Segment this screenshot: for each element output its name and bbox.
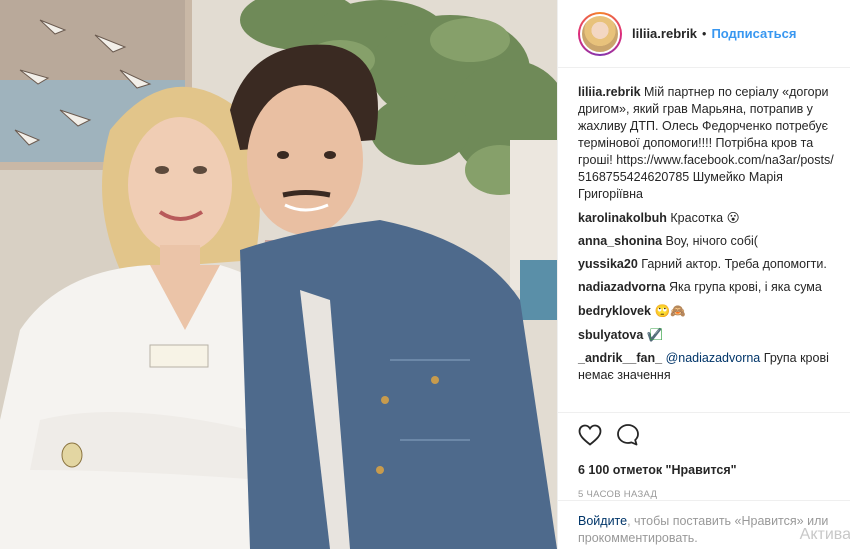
comment-emoji: 🙄🙈 [654,303,686,318]
comment-text: Красотка [670,211,724,225]
comment-emoji: 😮 [726,210,740,225]
post-actions: 6 100 отметок "Нравится" 5 часов назад [558,412,850,500]
photo-illustration [0,0,557,549]
avatar[interactable] [578,11,622,56]
post-photo[interactable] [0,0,557,549]
comment-text: Яка група крові, і яка сума [669,280,822,294]
activation-watermark: Актива [799,526,850,543]
caption: liliia.rebrik Мій партнер по серіалу «до… [578,84,836,203]
list-item: sbulyatova ✔️⃞⃞ [578,326,836,344]
list-item: yussika20 Гарний актор. Треба допомогти. [578,256,836,273]
comment-mention[interactable]: @nadiazadvorna [666,351,761,365]
caption-text: Мій партнер по серіалу «догори дригом», … [578,85,834,201]
post-side-panel: liliia.rebrik • Подписаться liliia.rebri… [557,0,850,549]
comment-username[interactable]: _andrik__fan_ [578,351,662,365]
comment-username[interactable]: karolinakolbuh [578,211,667,225]
likes-count[interactable]: 6 100 отметок "Нравится" [578,463,831,477]
login-prompt: Войдите, чтобы поставить «Нравится» или … [558,500,850,549]
list-item: nadiazadvorna Яка група крові, і яка сум… [578,279,836,296]
comment-username[interactable]: anna_shonina [578,234,662,248]
header-username[interactable]: liliia.rebrik [632,26,697,41]
comment-username[interactable]: bedryklovek [578,304,651,318]
post-timestamp: 5 часов назад [578,489,658,500]
post-header: liliia.rebrik • Подписаться [558,0,850,68]
comment-text: Воу, нічого собі( [665,234,758,248]
header-separator: • [702,26,707,41]
list-item: _andrik__fan_ @nadiazadvorna Група крові… [578,350,836,384]
comment-username[interactable]: sbulyatova [578,328,643,342]
comment-icon[interactable] [616,423,640,450]
comment-username[interactable]: yussika20 [578,257,638,271]
login-link[interactable]: Войдите [578,514,627,528]
comment-text: ✔️⃞⃞ [646,327,663,342]
comment-text: Гарний актор. Треба допомогти. [641,257,827,271]
comment-username[interactable]: nadiazadvorna [578,280,666,294]
avatar-image [580,13,620,54]
list-item: bedryklovek 🙄🙈 [578,302,836,320]
caption-username[interactable]: liliia.rebrik [578,85,641,99]
heart-icon[interactable] [578,424,602,449]
comments-list: liliia.rebrik Мій партнер по серіалу «до… [578,84,836,390]
follow-button[interactable]: Подписаться [711,26,796,41]
action-icons [578,421,831,451]
list-item: karolinakolbuh Красотка 😮 [578,209,836,227]
list-item: anna_shonina Воу, нічого собі( [578,233,836,250]
